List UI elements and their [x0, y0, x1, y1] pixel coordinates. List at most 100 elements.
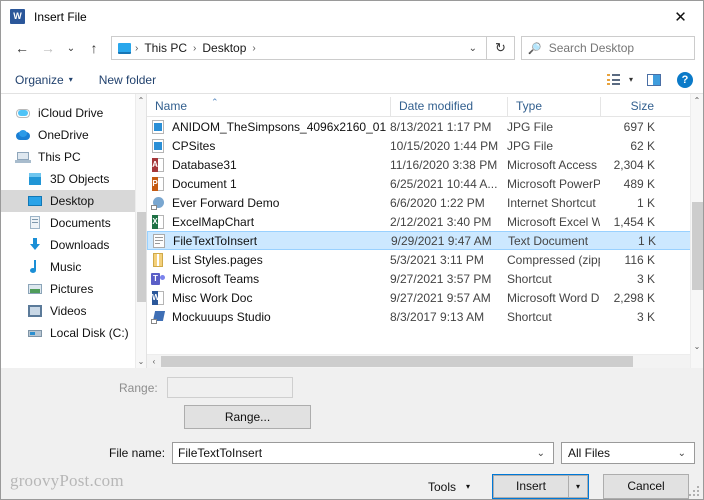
sidebar-item-onedrive[interactable]: OneDrive — [1, 124, 146, 146]
table-row[interactable]: ADatabase3111/16/2020 3:38 PMMicrosoft A… — [147, 155, 703, 174]
organize-chevron-down-icon: ▾ — [69, 75, 73, 84]
file-type-chevron-down-icon[interactable]: ⌄ — [672, 448, 692, 459]
file-name-text: ANIDOM_TheSimpsons_4096x2160_01 — [172, 120, 386, 134]
vscroll-down-icon[interactable]: ⌄ — [691, 340, 703, 354]
breadcrumb-this-pc[interactable]: This PC — [142, 41, 189, 55]
column-header-type[interactable]: Type — [507, 97, 600, 116]
file-list-vertical-scrollbar[interactable]: ⌃ ⌄ — [690, 94, 703, 368]
back-button[interactable]: ← — [9, 35, 35, 61]
table-row[interactable]: FileTextToInsert 9/29/2021 9:47 AMText Do… — [147, 231, 703, 250]
table-row[interactable]: TMicrosoft Teams9/27/2021 3:57 PMShortcu… — [147, 269, 703, 288]
file-date-cell: 8/13/2021 1:17 PM — [390, 120, 507, 134]
file-date-cell: 9/29/2021 9:47 AM — [391, 234, 508, 248]
file-name-text: Mockuuups Studio — [172, 310, 271, 324]
column-header-date-modified[interactable]: Date modified — [390, 97, 507, 116]
hscroll-thumb[interactable] — [161, 356, 633, 367]
sidebar-item-pictures[interactable]: Pictures — [1, 278, 146, 300]
search-placeholder: Search Desktop — [549, 41, 634, 55]
downloads-icon — [27, 237, 43, 253]
close-icon[interactable]: ✕ — [658, 1, 703, 32]
organize-button[interactable]: Organize ▾ — [15, 73, 73, 87]
sidebar-item-local-disk-c[interactable]: Local Disk (C:) — [1, 322, 146, 344]
insert-dropdown-chevron-down-icon[interactable]: ▾ — [569, 475, 588, 498]
table-row[interactable]: WMisc Work Doc9/27/2021 9:57 AMMicrosoft… — [147, 288, 703, 307]
file-name-cell: PDocument 1 — [147, 177, 390, 191]
preview-pane-icon[interactable] — [647, 74, 661, 86]
file-date-cell: 9/27/2021 9:57 AM — [390, 291, 507, 305]
file-size-cell: 2,304 K — [600, 158, 662, 172]
refresh-icon[interactable]: ↻ — [487, 36, 515, 60]
range-label: Range: — [119, 381, 167, 395]
pictures-icon — [27, 281, 43, 297]
sidebar-item-videos[interactable]: Videos — [1, 300, 146, 322]
resize-grip-icon[interactable] — [689, 486, 699, 496]
column-header-name[interactable]: Name ⌃ — [147, 97, 390, 116]
sidebar-item-label: Local Disk (C:) — [50, 326, 129, 340]
file-name-chevron-down-icon[interactable]: ⌄ — [531, 448, 551, 459]
file-list-horizontal-scrollbar[interactable]: ‹ › — [147, 354, 703, 368]
sidebar-scroll-down-icon[interactable]: ⌄ — [136, 355, 146, 368]
sidebar-item-desktop[interactable]: Desktop — [1, 190, 146, 212]
file-date-cell: 2/12/2021 3:40 PM — [390, 215, 507, 229]
table-row[interactable]: ANIDOM_TheSimpsons_4096x2160_01 8/13/2021… — [147, 117, 703, 136]
vscroll-up-icon[interactable]: ⌃ — [691, 94, 703, 108]
file-type-cell: Text Document — [508, 234, 601, 248]
jpg-file-icon — [151, 139, 165, 153]
sidebar-scroll-up-icon[interactable]: ⌃ — [136, 94, 146, 107]
column-header-size[interactable]: Size — [600, 97, 662, 116]
file-type-cell: Internet Shortcut — [507, 196, 600, 210]
cancel-button[interactable]: Cancel — [603, 474, 689, 499]
sidebar-scroll-thumb[interactable] — [137, 212, 146, 302]
file-type-filter-select[interactable]: All Files ⌄ — [561, 442, 695, 464]
file-type-cell: Microsoft PowerPo... — [507, 177, 600, 191]
table-row[interactable]: Mockuuups Studio 8/3/2017 9:13 AMShortcut… — [147, 307, 703, 326]
range-input[interactable] — [167, 377, 293, 398]
sidebar-item-documents[interactable]: Documents — [1, 212, 146, 234]
vscroll-thumb[interactable] — [692, 202, 703, 290]
breadcrumb-desktop[interactable]: Desktop — [200, 41, 248, 55]
hscroll-left-icon[interactable]: ‹ — [147, 357, 161, 366]
file-name-cell: FileTextToInsert — [148, 234, 391, 248]
new-folder-button[interactable]: New folder — [99, 73, 156, 87]
address-chevron-down-icon[interactable]: ⌄ — [464, 43, 482, 54]
table-row[interactable]: PDocument 16/25/2021 10:44 A...Microsoft… — [147, 174, 703, 193]
sidebar-scrollbar[interactable]: ⌃ ⌄ — [135, 94, 146, 368]
word-icon: W — [10, 9, 25, 24]
file-name-cell: TMicrosoft Teams — [147, 272, 390, 286]
sidebar-item-icloud-drive[interactable]: iCloud Drive — [1, 102, 146, 124]
sidebar-item-music[interactable]: Music — [1, 256, 146, 278]
help-icon[interactable]: ? — [677, 72, 693, 88]
forward-button[interactable]: → — [35, 35, 61, 61]
insert-split-button: Insert ▾ — [492, 474, 589, 499]
file-size-cell: 1,454 K — [600, 215, 662, 229]
view-options-button[interactable]: ▾ — [607, 74, 633, 85]
file-name-cell: CPSites — [147, 139, 390, 153]
file-size-cell: 2,298 K — [600, 291, 662, 305]
range-button-row: Range... — [1, 398, 703, 429]
table-row[interactable]: CPSites10/15/2020 1:44 PMJPG File62 K — [147, 136, 703, 155]
tools-button[interactable]: Tools ▾ — [428, 480, 470, 494]
up-button[interactable]: ↑ — [81, 35, 107, 61]
sort-ascending-icon: ⌃ — [211, 94, 219, 112]
file-type-cell: Shortcut — [507, 310, 600, 324]
insert-button[interactable]: Insert — [493, 475, 569, 498]
file-date-cell: 8/3/2017 9:13 AM — [390, 310, 507, 324]
sidebar-item-downloads[interactable]: Downloads — [1, 234, 146, 256]
file-name-input[interactable]: FileTextToInsert ⌄ — [172, 442, 554, 464]
file-name-text: FileTextToInsert — [173, 234, 257, 248]
search-input[interactable]: 🔍 Search Desktop — [521, 36, 695, 60]
range-button[interactable]: Range... — [184, 405, 311, 429]
recent-locations-chevron-down-icon[interactable]: ⌄ — [61, 35, 81, 61]
table-row[interactable]: XExcelMapChart2/12/2021 3:40 PMMicrosoft… — [147, 212, 703, 231]
column-header-name-label: Name — [155, 99, 187, 113]
file-type-cell: Microsoft Access ... — [507, 158, 600, 172]
sidebar-item-3d-objects[interactable]: 3D Objects — [1, 168, 146, 190]
teams-icon: T — [151, 272, 165, 286]
table-row[interactable]: List Styles.pages5/3/2021 3:11 PMCompres… — [147, 250, 703, 269]
file-name-text: Ever Forward Demo — [172, 196, 279, 210]
address-bar[interactable]: › This PC › Desktop › ⌄ — [111, 36, 487, 60]
breadcrumb-separator-2: › — [248, 43, 259, 54]
sidebar-item-this-pc[interactable]: This PC — [1, 146, 146, 168]
onedrive-icon — [15, 127, 31, 143]
table-row[interactable]: Ever Forward Demo6/6/2020 1:22 PMInterne… — [147, 193, 703, 212]
